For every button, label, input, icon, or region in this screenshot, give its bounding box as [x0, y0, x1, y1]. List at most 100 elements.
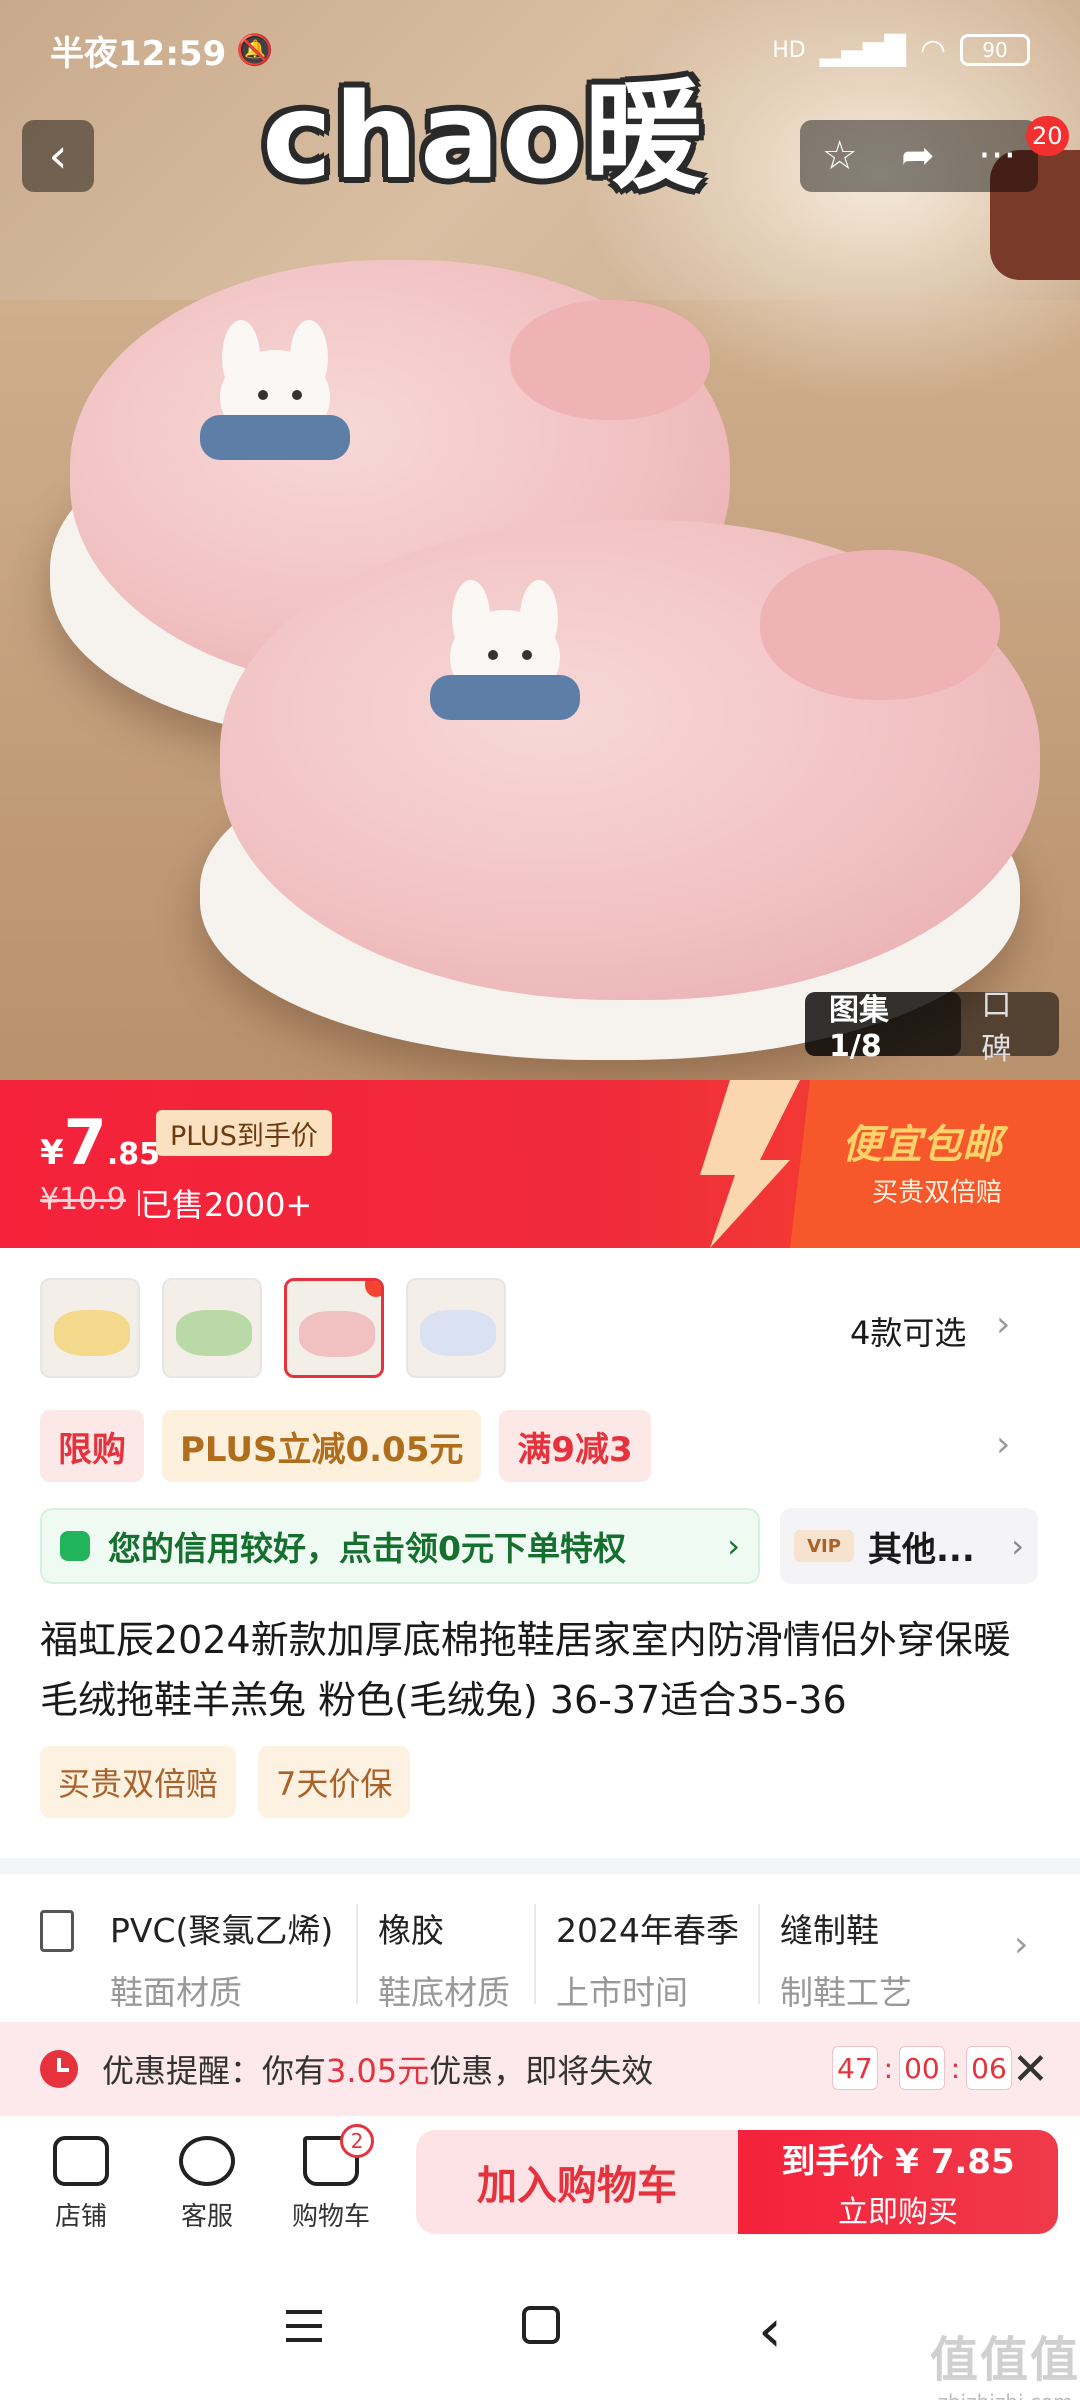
chevron-right-icon[interactable]: ›	[996, 1424, 1010, 1465]
current-price: ¥ 7 .85	[40, 1106, 160, 1179]
status-time: 半夜12:59	[50, 33, 227, 74]
document-icon	[40, 1910, 74, 1952]
buy-now-button[interactable]: 到手价 ¥ 7.85 立即购买	[738, 2130, 1058, 2234]
shopping-bag-icon	[60, 1531, 90, 1561]
other-banner[interactable]: VIP 其他... ›	[780, 1508, 1038, 1584]
vip-icon: VIP	[794, 1530, 854, 1562]
gallery-switch: 图集1/8 口碑	[805, 988, 1059, 1067]
battery-level: 90	[982, 38, 1008, 62]
price-decimal: .85	[106, 1137, 160, 1172]
mute-bell-icon: 🔕	[236, 32, 274, 68]
variant-thumb[interactable]	[162, 1278, 262, 1378]
customer-service-button[interactable]: 客服	[152, 2136, 262, 2233]
reminder-suffix: 优惠，即将失效	[429, 2052, 654, 2090]
signal-label: HD	[772, 37, 806, 63]
chevron-right-icon: ›	[727, 1527, 740, 1565]
promo-tags: 限购 PLUS立减0.05元 满9减3	[40, 1410, 651, 1482]
attribute-value: 2024年春季	[556, 1911, 739, 1950]
watermark-logo: 值值值	[930, 2332, 1080, 2388]
recent-apps-icon[interactable]	[286, 2310, 322, 2342]
divider	[534, 1904, 536, 2004]
more-icon[interactable]: ···	[978, 133, 1016, 179]
attribute-label: 制鞋工艺	[780, 1973, 912, 2012]
variant-thumb[interactable]	[40, 1278, 140, 1378]
clock-icon	[40, 2050, 78, 2088]
sold-count: 已售2000+	[140, 1186, 313, 1224]
credit-text: 您的信用较好，点击领0元下单特权	[108, 1529, 626, 1568]
back-button[interactable]: ‹	[22, 120, 94, 192]
chevron-right-icon: ›	[1014, 1924, 1029, 1965]
chevron-right-icon[interactable]: ›	[996, 1304, 1010, 1345]
timer-hours: 47	[832, 2046, 878, 2090]
original-price: ¥10.9	[40, 1182, 126, 1217]
promo-subtitle: 买贵双倍赔	[872, 1178, 1003, 1208]
reviews-tab[interactable]: 口碑	[961, 980, 1059, 1068]
store-label: 店铺	[54, 2202, 107, 2232]
price-banner: ¥ 7 .85 PLUS到手价 ¥10.9 已售2000+ 便宜包邮 买贵双倍赔	[0, 1080, 1080, 1248]
system-back-icon[interactable]: ‹	[758, 2296, 782, 2366]
lightning-decoration	[700, 1080, 800, 1248]
service-tags: 买贵双倍赔 7天价保	[40, 1746, 411, 1818]
cart-count-badge: 2	[340, 2124, 374, 2158]
chevron-right-icon: ›	[1011, 1527, 1024, 1565]
attribute-label: 鞋底材质	[378, 1973, 510, 2012]
attribute-label: 鞋面材质	[110, 1973, 242, 2012]
status-bar: 半夜12:59 🔕 HD ▂▄▆█ ◠ 90	[0, 0, 1080, 100]
watermark: 值值值 zhizhizhi.com	[930, 2320, 1080, 2400]
chevron-left-icon: ‹	[48, 128, 68, 184]
buy-label: 立即购买	[838, 2194, 958, 2230]
product-attributes[interactable]: PVC(聚氯乙烯) 鞋面材质 橡胶 鞋底材质 2024年春季 上市时间 缝制鞋 …	[0, 1874, 1080, 2022]
reminder-prefix: 优惠提醒：你有	[102, 2052, 327, 2090]
attribute-value: 橡胶	[378, 1911, 444, 1950]
store-button[interactable]: 店铺	[26, 2136, 136, 2233]
reminder-text: 优惠提醒：你有3.05元优惠，即将失效	[102, 2046, 653, 2092]
variant-thumb[interactable]	[406, 1278, 506, 1378]
signal-icon: ▂▄▆█	[819, 33, 906, 67]
battery-icon: 90	[960, 34, 1030, 66]
product-title: 福虹辰2024新款加厚底棉拖鞋居家室内防滑情侣外穿保暖毛绒拖鞋羊羔兔 粉色(毛绒…	[40, 1618, 1011, 1722]
timer-seconds: 06	[966, 2046, 1012, 2090]
attribute-label: 上市时间	[556, 1973, 688, 2012]
other-text: 其他...	[868, 1529, 975, 1570]
cart-label: 购物车	[291, 2202, 370, 2232]
promo-tag-plus[interactable]: PLUS立减0.05元	[162, 1410, 482, 1482]
hot-flame-icon	[365, 1281, 381, 1297]
buy-price: 到手价 ¥ 7.85	[781, 2141, 1015, 2182]
credit-banner[interactable]: 您的信用较好，点击领0元下单特权 ›	[40, 1508, 760, 1584]
message-badge: 20	[1026, 116, 1069, 156]
system-navigation-bar: ‹	[0, 2266, 1080, 2400]
divider	[356, 1904, 358, 2004]
section-divider	[0, 1858, 1080, 1874]
service-tag[interactable]: 7天价保	[258, 1746, 411, 1818]
timer-minutes: 00	[899, 2046, 945, 2090]
discount-reminder[interactable]: 优惠提醒：你有3.05元优惠，即将失效 47 : 00 : 06 ✕	[0, 2022, 1080, 2116]
promo-tag-limit[interactable]: 限购	[40, 1410, 144, 1482]
attribute-item: 缝制鞋 制鞋工艺	[780, 1904, 912, 2014]
price-integer: 7	[63, 1106, 107, 1179]
plus-price-tag: PLUS到手价	[156, 1110, 332, 1156]
wifi-icon: ◠	[919, 32, 946, 68]
attribute-item: 2024年春季 上市时间	[556, 1904, 739, 2014]
favorite-star-icon[interactable]: ☆	[822, 133, 858, 179]
variant-count[interactable]: 4款可选	[850, 1308, 966, 1354]
variant-thumbnails	[40, 1278, 506, 1378]
divider	[758, 1904, 760, 2004]
service-label: 客服	[180, 2202, 233, 2232]
promo-tag-discount[interactable]: 满9减3	[499, 1410, 651, 1482]
home-icon[interactable]	[522, 2306, 560, 2344]
gallery-tab[interactable]: 图集1/8	[805, 992, 962, 1064]
service-tag[interactable]: 买贵双倍赔	[40, 1746, 237, 1818]
watermark-url: zhizhizhi.com	[930, 2390, 1080, 2400]
reminder-amount: 3.05元	[326, 2052, 430, 2090]
product-detail-page: { "status_bar": { "time": "半夜12:59", "si…	[0, 0, 1080, 2400]
attribute-item: 橡胶 鞋底材质	[378, 1904, 510, 2014]
top-actions: ☆ ➦ ···	[800, 120, 1038, 192]
attribute-value: PVC(聚氯乙烯)	[110, 1911, 334, 1950]
store-icon	[53, 2136, 109, 2186]
promo-title: 便宜包邮	[842, 1122, 1002, 1168]
add-to-cart-button[interactable]: 加入购物车	[416, 2130, 738, 2234]
attribute-value: 缝制鞋	[780, 1911, 879, 1950]
close-icon[interactable]: ✕	[1012, 2044, 1049, 2095]
share-icon[interactable]: ➦	[901, 133, 935, 179]
variant-thumb-selected[interactable]	[284, 1278, 384, 1378]
